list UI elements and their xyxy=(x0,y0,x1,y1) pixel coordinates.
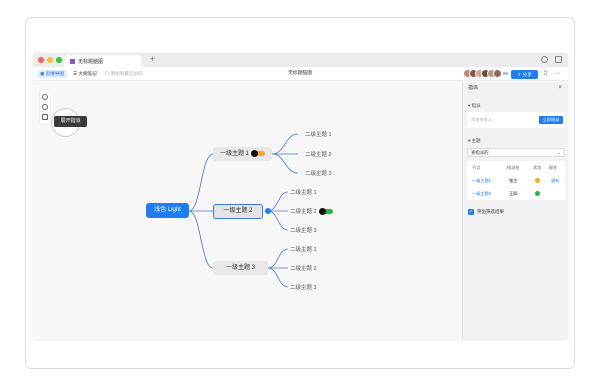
branch-node-label: 一级主题 1 xyxy=(219,151,249,157)
filter-select[interactable]: 查指派的 ⌄ xyxy=(467,148,565,157)
filter-select-value: 查指派的 xyxy=(471,150,489,155)
panel-close-button[interactable]: × xyxy=(558,82,562,94)
tooltip: 展开指派 xyxy=(54,116,87,127)
filter-section-header[interactable]: ▾ 主题 xyxy=(468,138,481,144)
outline-view-label: 大纲笔记 xyxy=(78,71,97,76)
leaf-node[interactable]: 二级主题 1 xyxy=(290,188,317,196)
branch-node-1[interactable]: 一级主题 1 xyxy=(213,147,272,161)
share-button[interactable]: ⇪ 分享 xyxy=(511,70,538,79)
toolbar: ▣ 思维导图 ☰ 大纲笔记 ☐ 添加到最近访问 无标题脑图 99 ⇪ 分享 ♖ … xyxy=(33,67,568,81)
window-menu-icon[interactable] xyxy=(555,56,562,63)
highlight-checkbox-label: 突出筛选结果 xyxy=(477,209,504,214)
table-header-row: 节点 指派给 状态 操作 xyxy=(467,161,565,174)
assign-section-header[interactable]: ▾ 指派 xyxy=(468,103,481,109)
root-node[interactable]: 浅色 Light xyxy=(146,203,189,218)
assign-table: 节点 指派给 状态 操作 一级主题1 张三 通知 一级主题2 王四 xyxy=(467,161,565,200)
leaf-node[interactable]: 二级主题 3 xyxy=(290,283,317,291)
pending-status-icon xyxy=(535,178,540,184)
leaf-node[interactable]: 二级主题 2 xyxy=(290,264,317,272)
new-tab-button[interactable]: + xyxy=(150,54,155,64)
row-node-link[interactable]: 一级主题2 xyxy=(472,187,491,200)
more-icon[interactable]: ⋯ xyxy=(554,70,560,78)
row-assignee: 王四 xyxy=(509,191,518,196)
leaf-node[interactable]: 二级主题 2 xyxy=(305,150,332,158)
panel-title: 指派 xyxy=(468,85,479,91)
row-status xyxy=(535,187,540,200)
chevron-down-icon: ⌄ xyxy=(556,150,561,156)
document-tab-title: 无标题脑图 xyxy=(78,59,104,65)
assign-box: 添加关系人 立即指派 xyxy=(467,112,565,128)
mindmap-view-button[interactable]: ▣ 思维导图 xyxy=(37,70,68,78)
assign-now-button[interactable]: 立即指派 xyxy=(539,116,563,124)
branch-node-3[interactable]: 一级主题 3 xyxy=(213,261,268,275)
leaf-node[interactable]: 二级主题 2 xyxy=(290,207,333,216)
mindmap-canvas[interactable]: 浅色 Light 一级主题 1 一级主题 2 一级主题 3 二级主题 1 二级主… xyxy=(33,82,461,340)
table-row[interactable]: 一级主题2 王四 xyxy=(467,187,565,200)
leaf-node[interactable]: 二级主题 3 xyxy=(305,169,332,177)
filter-section-label: 主题 xyxy=(471,138,481,143)
row-assignee: 张三 xyxy=(509,178,518,183)
collapse-toggle[interactable] xyxy=(265,208,271,214)
column-header: 操作 xyxy=(549,165,558,170)
notify-link[interactable]: 通知 xyxy=(551,174,559,187)
avatar xyxy=(493,69,502,78)
row-node-link[interactable]: 一级主题1 xyxy=(472,174,491,187)
minimize-window-button[interactable] xyxy=(47,57,53,63)
assign-status-badge xyxy=(251,149,265,157)
mindmap-file-icon xyxy=(70,59,75,65)
trophy-icon[interactable]: ♖ xyxy=(543,70,548,78)
highlight-checkbox[interactable]: ✓ xyxy=(468,209,474,215)
leaf-node-label: 二级主题 2 xyxy=(290,209,317,215)
share-label: 分享 xyxy=(522,72,532,77)
done-status-icon xyxy=(535,191,540,197)
document-tab[interactable]: 无标题脑图 xyxy=(64,55,141,67)
leaf-node[interactable]: 二级主题 1 xyxy=(305,130,332,138)
column-header: 指派给 xyxy=(507,165,520,170)
add-recent-label: 添加到最近访问 xyxy=(110,71,143,76)
leaf-node[interactable]: 二级主题 3 xyxy=(290,226,317,234)
eye-icon[interactable] xyxy=(42,94,48,100)
document-title: 无标题脑图 xyxy=(288,71,312,76)
left-toolbar xyxy=(40,90,50,124)
leaf-node[interactable]: 二级主题 1 xyxy=(290,245,317,253)
search-icon[interactable] xyxy=(42,104,48,110)
column-header: 状态 xyxy=(533,165,542,170)
collaborator-count: 99 xyxy=(503,71,509,76)
outline-view-button[interactable]: ☰ 大纲笔记 xyxy=(70,70,100,78)
table-row[interactable]: 一级主题1 张三 通知 xyxy=(467,174,565,187)
assign-section-label: 指派 xyxy=(471,103,481,108)
row-status xyxy=(535,174,540,187)
column-header: 节点 xyxy=(472,165,481,170)
assignee-input[interactable]: 添加关系人 xyxy=(471,116,531,124)
mindmap-view-label: 思维导图 xyxy=(45,71,65,76)
title-bar: 无标题脑图 + xyxy=(33,53,568,67)
add-recent-button[interactable]: ☐ 添加到最近访问 xyxy=(102,70,146,78)
branch-node-2[interactable]: 一级主题 2 xyxy=(213,204,263,219)
assign-icon[interactable] xyxy=(42,114,48,120)
close-window-button[interactable] xyxy=(38,57,44,63)
assign-status-badge xyxy=(318,208,333,216)
app-window: 无标题脑图 + ▣ 思维导图 ☰ 大纲笔记 ☐ 添加到最近访问 无标题脑图 99… xyxy=(33,53,568,340)
assign-panel: 指派 × ▾ 指派 添加关系人 立即指派 ▾ 主题 查指派的 ⌄ 节点 指派给 状… xyxy=(462,82,568,340)
help-icon[interactable] xyxy=(541,56,548,63)
maximize-window-button[interactable] xyxy=(56,57,62,63)
